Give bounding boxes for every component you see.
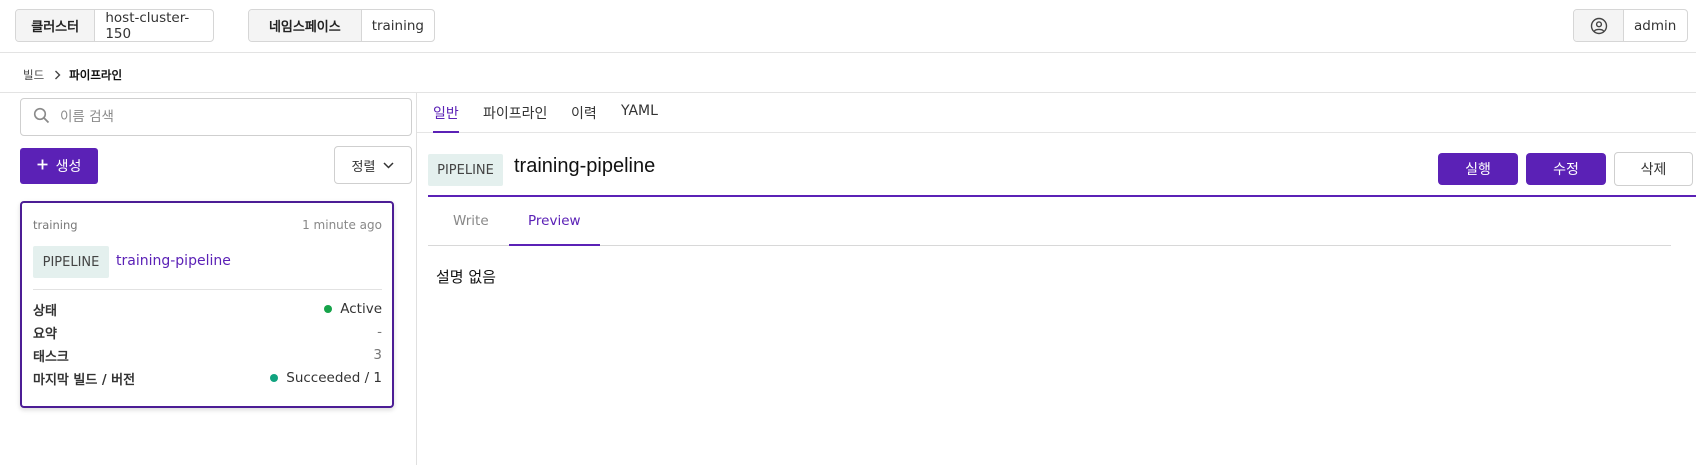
status-dot-icon [270,374,279,382]
row-value: Active [324,301,382,317]
status-text: Succeeded / 1 [286,370,382,386]
sort-label: 정렬 [351,159,376,175]
plus-icon [37,158,48,174]
create-button[interactable]: 생성 [20,148,98,184]
breadcrumb: 빌드 파이프라인 [23,67,122,83]
row-label: 태스크 [33,349,69,365]
delete-button[interactable]: 삭제 [1614,152,1693,186]
row-value: - [377,324,382,340]
card-divider [33,289,382,290]
status-text: Active [340,301,382,317]
tab-preview[interactable]: Preview [509,213,600,246]
search-icon [33,107,50,128]
row-value: Succeeded / 1 [270,370,382,386]
user-circle-icon [1574,10,1624,41]
tab-write[interactable]: Write [453,213,489,246]
chevron-down-icon [383,158,394,173]
tab-pipeline[interactable]: 파이프라인 [483,103,547,133]
cluster-value: host-cluster-150 [105,9,190,42]
page-title: training-pipeline [514,155,656,177]
kind-badge: PIPELINE [428,154,503,186]
search-input[interactable] [60,109,390,125]
breadcrumb-pipelines: 파이프라인 [69,68,123,82]
breadcrumb-builds[interactable]: 빌드 [23,67,44,83]
cluster-selector[interactable]: 클러스터 host-cluster-150 [15,9,214,42]
namespace-value: training [371,17,424,34]
top-bar: 클러스터 host-cluster-150 네임스페이스 training ad… [0,0,1696,53]
user-menu[interactable]: admin [1573,9,1688,42]
card-row-tasks: 태스크 3 [33,346,382,365]
card-row-status: 상태 Active [33,300,382,319]
cluster-label: 클러스터 [16,10,96,41]
run-button[interactable]: 실행 [1438,153,1518,185]
detail-tabs: 일반 파이프라인 이력 YAML [417,93,1696,133]
create-label: 생성 [55,159,82,175]
card-namespace: training [33,218,78,232]
user-name: admin [1634,17,1677,34]
row-value: 3 [373,347,382,363]
card-row-last-build: 마지막 빌드 / 버전 Succeeded / 1 [33,369,382,388]
edit-button[interactable]: 수정 [1526,153,1606,185]
row-label: 요약 [33,326,57,342]
editor-tabs: Write Preview [428,197,1671,246]
tab-general[interactable]: 일반 [433,103,459,133]
card-row-summary: 요약 - [33,323,382,342]
description-text: 설명 없음 [436,268,496,286]
tab-yaml[interactable]: YAML [621,103,658,133]
pipeline-card[interactable]: training 1 minute ago PIPELINE training-… [20,201,394,408]
namespace-selector[interactable]: 네임스페이스 training [248,9,435,42]
card-time: 1 minute ago [302,218,382,232]
tab-history[interactable]: 이력 [571,103,597,133]
chevron-right-icon [54,70,61,80]
row-label: 상태 [33,303,57,319]
card-pipeline-name[interactable]: training-pipeline [116,253,231,269]
status-dot-icon [324,305,333,313]
card-kind-badge: PIPELINE [33,246,109,278]
search-box[interactable] [20,98,412,136]
row-label: 마지막 빌드 / 버전 [33,372,136,388]
namespace-label: 네임스페이스 [249,10,362,41]
pane-divider[interactable] [416,93,417,465]
sort-button[interactable]: 정렬 [334,146,412,184]
